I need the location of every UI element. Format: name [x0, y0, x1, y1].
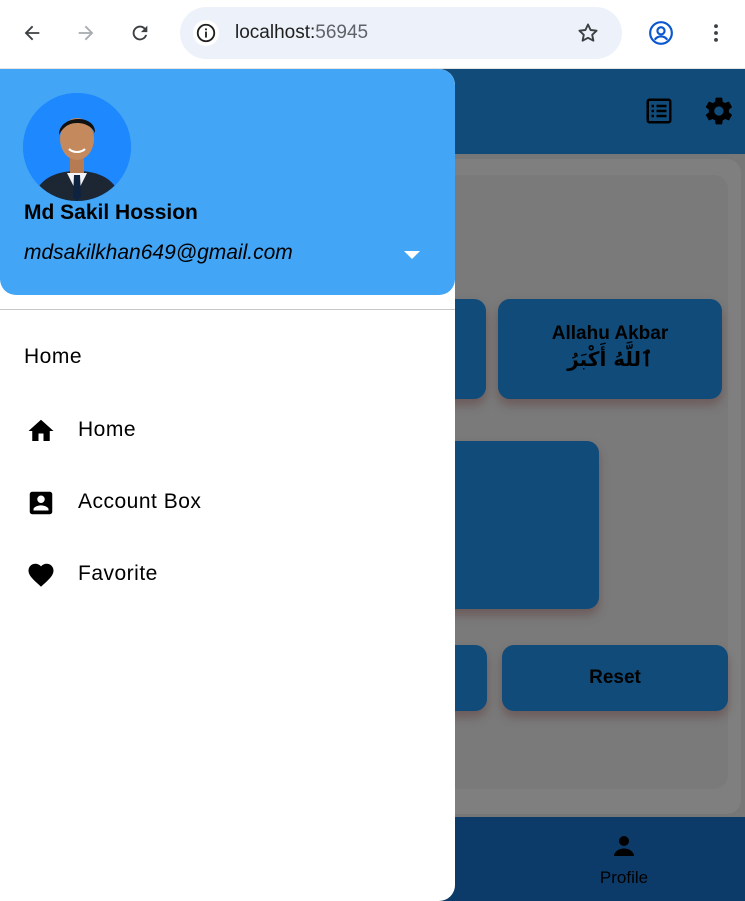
profile-icon[interactable]: [645, 17, 677, 49]
url-host: localhost:: [235, 22, 316, 43]
drawer-divider: [0, 309, 455, 310]
drawer-item-account-box[interactable]: Account Box: [0, 474, 455, 530]
drawer-item-label: Home: [78, 418, 137, 441]
navigation-drawer: Md Sakil Hossion mdsakilkhan649@gmail.co…: [0, 69, 455, 901]
bookmark-star-icon[interactable]: [576, 21, 600, 50]
account-header: Md Sakil Hossion mdsakilkhan649@gmail.co…: [0, 69, 455, 295]
back-arrow-icon[interactable]: [16, 17, 48, 49]
account-box-icon: [24, 488, 58, 518]
favorite-icon: [24, 560, 58, 590]
drawer-section-title: Home: [24, 345, 83, 368]
drawer-item-label: Account Box: [78, 490, 202, 513]
reload-icon[interactable]: [124, 17, 156, 49]
home-icon: [24, 416, 58, 446]
drawer-item-favorite[interactable]: Favorite: [0, 546, 455, 602]
browser-toolbar: localhost:56945: [0, 0, 745, 69]
avatar[interactable]: [23, 93, 131, 201]
drawer-item-label: Favorite: [78, 562, 158, 585]
more-vert-icon[interactable]: [700, 17, 732, 49]
site-info-icon[interactable]: [193, 20, 219, 46]
account-name: Md Sakil Hossion: [24, 201, 198, 224]
url-port: 56945: [315, 22, 369, 43]
drawer-item-home[interactable]: Home: [0, 402, 455, 458]
account-email: mdsakilkhan649@gmail.com: [24, 241, 293, 264]
forward-arrow-icon[interactable]: [70, 17, 102, 49]
address-bar[interactable]: localhost:56945: [180, 7, 622, 59]
account-dropdown-arrow-icon[interactable]: [400, 247, 424, 263]
url-text: localhost:56945: [235, 22, 368, 44]
